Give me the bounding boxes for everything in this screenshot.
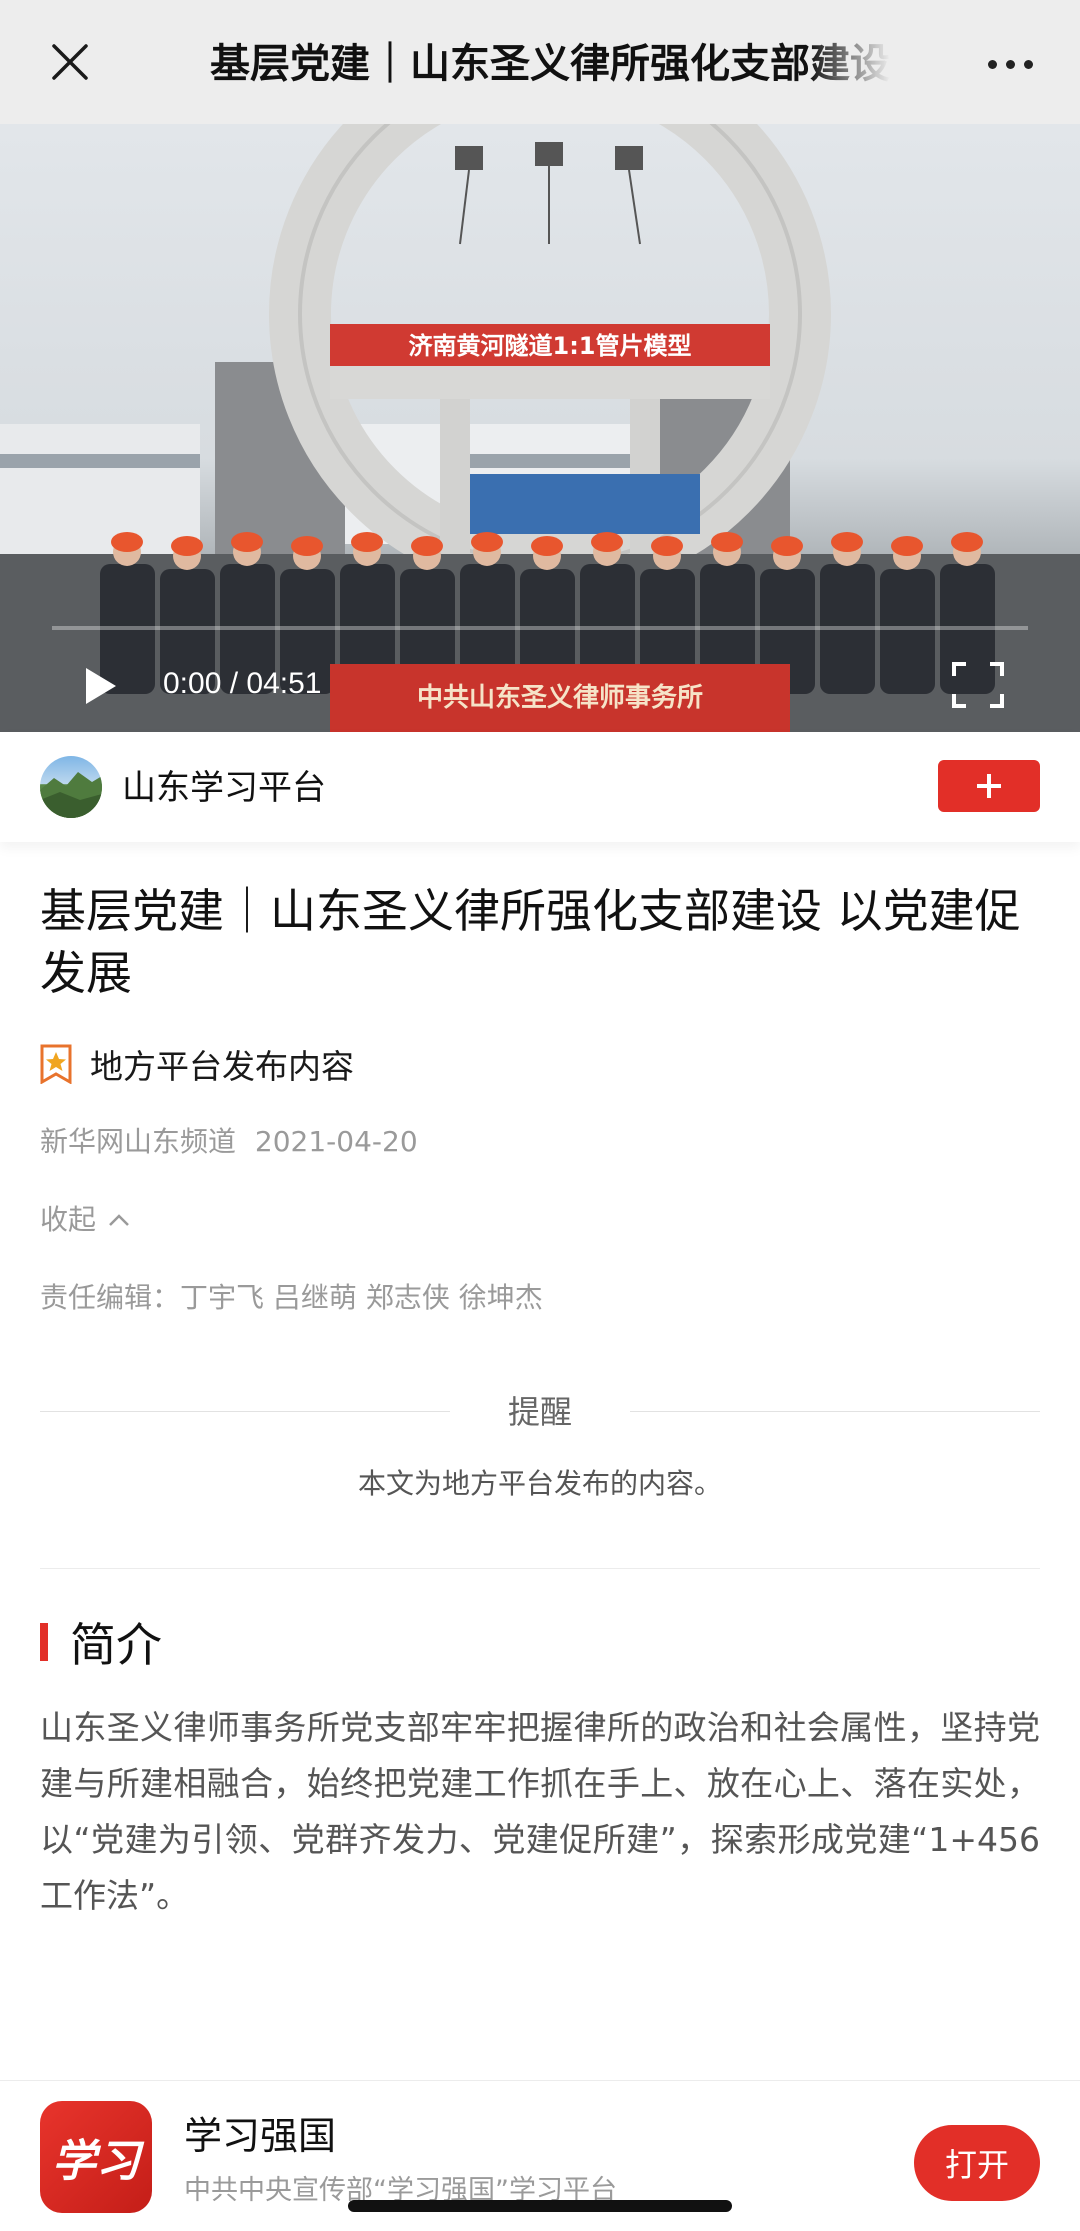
star-badge-icon [40,1044,72,1084]
intro-title: 简介 [70,1618,162,1672]
intro-heading: 简介 [40,1612,162,1672]
plus-icon [977,774,1001,798]
video-player[interactable]: 济南黄河隧道1:1管片模型 中共山东圣义律师事务所 0:00 / 04:51 [0,124,1080,732]
source-tag-text: 地方平台发布内容 [90,1047,354,1086]
collapse-label: 收起 [40,1203,97,1236]
top-nav-bar: 基层党建｜山东圣义律所强化支部建设 以党建促发展 [0,0,1080,124]
more-dots-icon[interactable] [980,40,1040,88]
video-current-time: 0:00 [163,667,222,700]
intro-body: 山东圣义律师事务所党支部牢牢把握律所的政治和社会属性，坚持党建与所建相融合，始终… [40,1708,1040,1915]
open-app-button[interactable]: 打开 [914,2125,1040,2201]
home-indicator [348,2200,732,2212]
video-duration: 04:51 [246,667,322,700]
collapse-toggle[interactable]: 收起 [40,1198,130,1242]
play-icon[interactable] [80,664,120,708]
reminder-title: 提醒 [507,1393,572,1431]
reminder-divider-left [40,1411,450,1412]
article-date: 2021-04-20 [254,1125,418,1158]
video-progress-bar[interactable] [52,626,1028,630]
editors-label: 责任编辑： [40,1281,181,1314]
channel-avatar[interactable] [40,756,102,818]
reminder-text: 本文为地方平台发布的内容。 [357,1467,722,1500]
follow-button[interactable] [938,760,1040,812]
video-time: 0:00 / 04:51 [163,662,322,706]
app-name: 学习强国 [184,2114,337,2158]
section-divider [40,1568,1040,1569]
tunnel-banner-text: 济南黄河隧道1:1管片模型 [409,332,692,360]
close-icon[interactable] [42,34,98,90]
chevron-up-icon [109,1214,129,1226]
article-title: 基层党建｜山东圣义律所强化支部建设 以党建促发展 [40,884,1021,1000]
channel-name[interactable]: 山东学习平台 [122,760,326,816]
reminder-divider-right [630,1411,1040,1412]
article-source[interactable]: 新华网山东频道 [40,1125,236,1158]
video-time-separator: / [229,667,239,700]
article-meta: 新华网山东频道 2021-04-20 [40,1120,418,1164]
fullscreen-icon[interactable] [950,660,1006,710]
video-frame-image: 济南黄河隧道1:1管片模型 中共山东圣义律师事务所 [0,124,1080,732]
editors-names: 丁宇飞 吕继萌 郑志侠 徐坤杰 [180,1281,543,1314]
group-banner-text: 中共山东圣义律师事务所 [417,682,703,713]
channel-row: 山东学习平台 [0,732,1080,842]
source-tag: 地方平台发布内容 [40,1038,354,1090]
editors-line: 责任编辑：丁宇飞 吕继萌 郑志侠 徐坤杰 [40,1276,543,1320]
app-logo[interactable]: 学习 [40,2101,152,2213]
section-accent-bar [40,1623,48,1661]
nav-title: 基层党建｜山东圣义律所强化支部建设 以党建促发展 [210,41,890,87]
